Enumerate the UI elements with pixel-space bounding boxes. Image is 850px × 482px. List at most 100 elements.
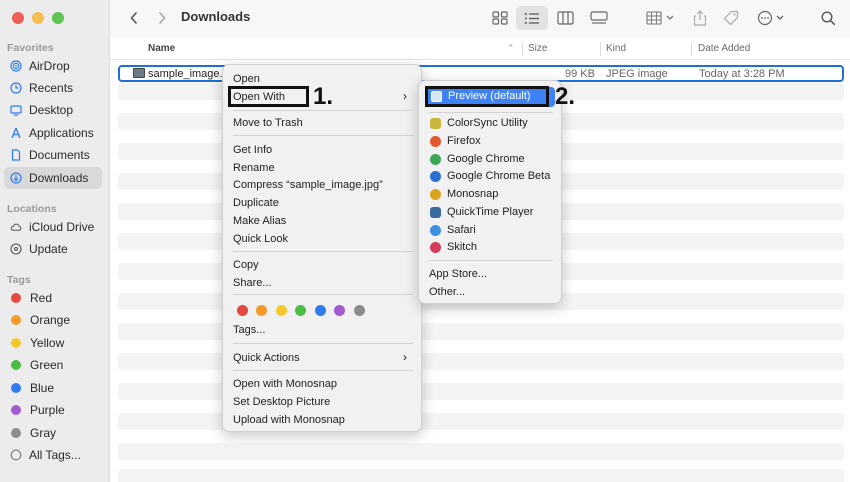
kind-column-header[interactable]: Kind (606, 43, 626, 54)
date-added-column-header[interactable]: Date Added (698, 43, 750, 54)
purple-tag-dot-icon (11, 405, 21, 415)
menu-item-copy[interactable]: Copy (233, 259, 259, 271)
minimize-button[interactable] (32, 12, 44, 24)
search-button[interactable] (819, 8, 837, 28)
tag-button[interactable] (722, 8, 740, 28)
submenu-item-google-chrome[interactable]: Google Chrome (447, 153, 525, 165)
sidebar-item-label: Red (30, 291, 53, 305)
favorites-header: Favorites (7, 42, 54, 54)
column-divider[interactable] (522, 42, 523, 56)
column-view-button[interactable] (554, 8, 576, 28)
submenu-item-monosnap[interactable]: Monosnap (447, 188, 498, 200)
chevron-right-icon (158, 11, 166, 25)
tag-color-green[interactable] (295, 305, 306, 316)
back-button[interactable] (127, 8, 141, 28)
submenu-item-google-chrome-beta[interactable]: Google Chrome Beta (447, 170, 550, 182)
submenu-item-other[interactable]: Other... (429, 286, 465, 298)
chevron-left-icon (130, 11, 138, 25)
submenu-item-safari[interactable]: Safari (447, 224, 476, 236)
search-icon (820, 10, 835, 25)
column-divider[interactable] (600, 42, 601, 56)
sidebar-item-icloud-drive[interactable]: iCloud Drive (4, 216, 102, 238)
action-button[interactable] (756, 8, 788, 28)
green-tag-dot-icon (11, 360, 21, 370)
menu-item-share[interactable]: Share... (233, 277, 272, 289)
sidebar-item-label: Applications (29, 126, 94, 140)
sort-ascending-icon: ⌃ (507, 43, 515, 53)
menu-item-compress[interactable]: Compress “sample_image.jpg” (233, 179, 383, 191)
file-kind: JPEG image (606, 68, 668, 80)
menu-item-open[interactable]: Open (233, 73, 260, 85)
menu-item-open-with-monosnap[interactable]: Open with Monosnap (233, 378, 337, 390)
menu-item-make-alias[interactable]: Make Alias (233, 215, 286, 227)
sidebar-item-downloads[interactable]: Downloads (4, 167, 102, 189)
columns-icon (556, 11, 574, 25)
file-size: 99 KB (565, 68, 595, 80)
sidebar-item-documents[interactable]: Documents (4, 144, 102, 166)
sidebar-tag-green[interactable]: Green (4, 354, 102, 376)
firefox-icon (430, 136, 441, 147)
icon-view-button[interactable] (489, 8, 511, 28)
sidebar-tag-blue[interactable]: Blue (4, 377, 102, 399)
submenu-item-app-store[interactable]: App Store... (429, 268, 487, 280)
group-button[interactable] (645, 8, 677, 28)
grid-icon (492, 11, 508, 25)
submenu-item-colorsync-utility[interactable]: ColorSync Utility (447, 117, 528, 129)
tag-color-blue[interactable] (315, 305, 326, 316)
zoom-button[interactable] (52, 12, 64, 24)
list-icon (524, 12, 539, 24)
sidebar-tag-gray[interactable]: Gray (4, 422, 102, 444)
submenu-item-firefox[interactable]: Firefox (447, 135, 481, 147)
sidebar-tag-red[interactable]: Red (4, 287, 102, 309)
file-date-added: Today at 3:28 PM (699, 68, 785, 80)
menu-divider (429, 260, 553, 261)
column-header: Name ⌃ Size Kind Date Added (110, 38, 850, 60)
sidebar-item-label: All Tags... (29, 448, 81, 462)
monosnap-icon (430, 189, 441, 200)
list-view-button[interactable] (516, 6, 548, 30)
toolbar: Downloads (110, 0, 850, 38)
menu-item-rename[interactable]: Rename (233, 162, 275, 174)
sidebar-tag-purple[interactable]: Purple (4, 399, 102, 421)
name-column-header[interactable]: Name (148, 43, 175, 54)
sidebar-item-applications[interactable]: Applications (4, 122, 102, 144)
menu-item-set-desktop-picture[interactable]: Set Desktop Picture (233, 396, 330, 408)
submenu-item-skitch[interactable]: Skitch (447, 241, 477, 253)
menu-item-move-to-trash[interactable]: Move to Trash (233, 117, 303, 129)
menu-divider (233, 251, 413, 252)
close-button[interactable] (12, 12, 24, 24)
sidebar-tag-orange[interactable]: Orange (4, 309, 102, 331)
sidebar-item-airdrop[interactable]: AirDrop (4, 55, 102, 77)
submenu-item-quicktime-player[interactable]: QuickTime Player (447, 206, 533, 218)
share-button[interactable] (692, 8, 708, 28)
sidebar-item-update[interactable]: Update (4, 238, 102, 260)
tag-color-yellow[interactable] (276, 305, 287, 316)
sidebar-tag-yellow[interactable]: Yellow (4, 332, 102, 354)
clock-icon (10, 82, 22, 94)
tag-color-gray[interactable] (354, 305, 365, 316)
tag-color-orange[interactable] (256, 305, 267, 316)
menu-item-quick-look[interactable]: Quick Look (233, 233, 288, 245)
size-column-header[interactable]: Size (528, 43, 547, 54)
column-divider[interactable] (691, 42, 692, 56)
sidebar-item-recents[interactable]: Recents (4, 77, 102, 99)
menu-item-get-info[interactable]: Get Info (233, 144, 272, 156)
menu-item-upload-with-monosnap[interactable]: Upload with Monosnap (233, 414, 345, 426)
forward-button[interactable] (155, 8, 169, 28)
gallery-view-button[interactable] (587, 8, 611, 28)
empty-row (118, 469, 844, 482)
menu-item-duplicate[interactable]: Duplicate (233, 197, 279, 209)
menu-divider (233, 370, 413, 371)
sidebar-tag-all-tags[interactable]: All Tags... (4, 444, 102, 466)
sidebar-item-label: Orange (30, 313, 71, 327)
red-tag-dot-icon (11, 293, 21, 303)
menu-divider (429, 112, 553, 113)
tag-color-purple[interactable] (334, 305, 345, 316)
sidebar-item-desktop[interactable]: Desktop (4, 99, 102, 121)
context-menu: Open Open With › Move to Trash Get Info … (222, 64, 422, 432)
menu-item-tags[interactable]: Tags... (233, 324, 265, 336)
tag-color-red[interactable] (237, 305, 248, 316)
menu-item-quick-actions[interactable]: Quick Actions (233, 352, 300, 364)
window-controls (12, 12, 64, 24)
downloads-icon (10, 172, 22, 184)
